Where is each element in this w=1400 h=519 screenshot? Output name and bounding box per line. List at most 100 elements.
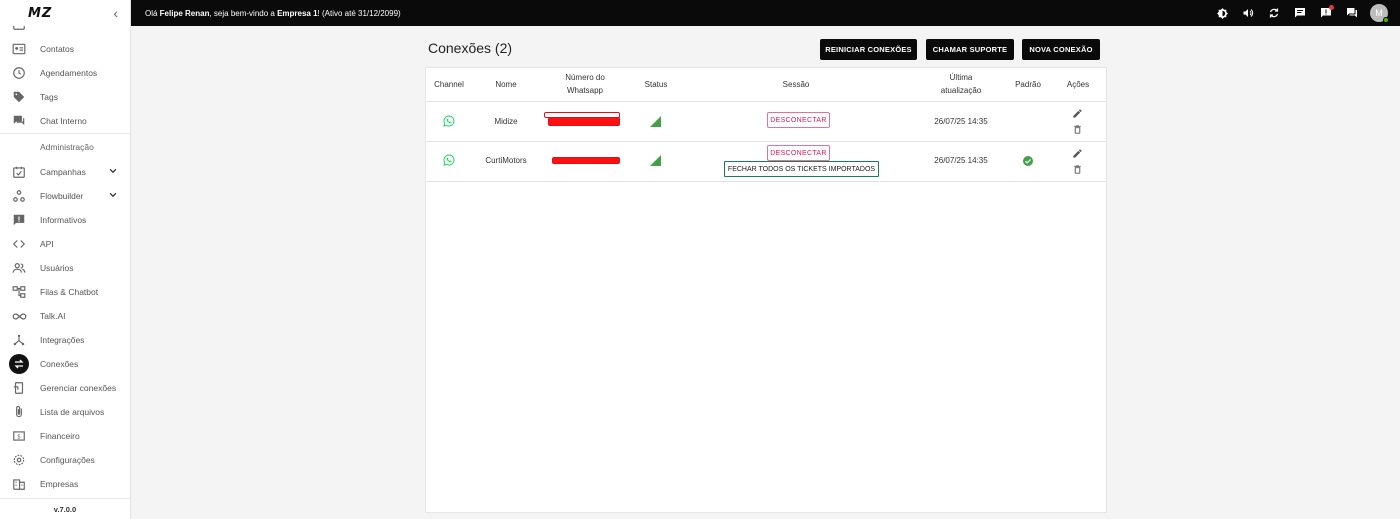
- sidebar-item-flowbuilder[interactable]: Flowbuilder: [0, 184, 130, 208]
- refresh-icon[interactable]: [1265, 4, 1283, 22]
- table-divider: [426, 141, 1106, 142]
- sidebar-item-label: Configurações: [40, 455, 95, 465]
- check-circle-icon: [1022, 155, 1034, 167]
- announcement-icon[interactable]: [1317, 4, 1335, 22]
- sidebar-item-label: Gerenciar conexões: [40, 383, 117, 393]
- chevron-down-icon: [108, 166, 118, 178]
- sidebar-item-filas-chatbot[interactable]: Filas & Chatbot: [0, 280, 130, 304]
- disconnect-button[interactable]: DESCONECTAR: [767, 112, 830, 128]
- user-name: Felipe Renan: [159, 8, 210, 18]
- notification-badge: [1329, 5, 1334, 10]
- sidebar-item-gerenciar-conexoes[interactable]: Gerenciar conexões: [0, 376, 130, 400]
- header-status: Status: [644, 80, 668, 89]
- top-bar-actions: M: [1205, 4, 1389, 23]
- page-title: Conexões (2): [428, 40, 513, 56]
- delete-icon[interactable]: [1071, 123, 1083, 135]
- theme-toggle-icon[interactable]: [1213, 4, 1231, 22]
- sidebar-item-label: Flowbuilder: [40, 191, 84, 201]
- connections-table: Channel Nome Número do Whatsapp Status S…: [425, 67, 1107, 513]
- close-imported-tickets-button[interactable]: FECHAR TODOS OS TICKETS IMPORTADOS: [724, 161, 879, 177]
- sidebar-item-configuracoes[interactable]: Configurações: [0, 448, 130, 472]
- last-update: 26/07/25 14:35: [934, 117, 988, 126]
- event-icon: [10, 163, 28, 181]
- edit-icon[interactable]: [1071, 107, 1083, 119]
- header-channel: Channel: [434, 80, 464, 89]
- svg-text:$: $: [17, 434, 21, 440]
- sidebar-item-agendamentos[interactable]: Agendamentos: [0, 61, 130, 85]
- swap-icon: [9, 354, 29, 374]
- business-icon: [10, 475, 28, 493]
- online-status-dot: [1383, 17, 1389, 23]
- sidebar-item-informativos[interactable]: Informativos: [0, 208, 130, 232]
- sidebar-item-label: Informativos: [40, 215, 87, 225]
- sidebar-item-label: Agendamentos: [40, 68, 98, 78]
- chevron-down-icon: [108, 190, 118, 202]
- sidebar-item-financeiro[interactable]: $ Financeiro: [0, 424, 130, 448]
- whatsapp-icon: [443, 115, 455, 127]
- sidebar-item-empresas[interactable]: Empresas: [0, 472, 130, 496]
- subscription-status: ! (Ativo até 31/12/2099): [317, 8, 401, 18]
- sidebar-section-admin: Administração: [40, 142, 94, 152]
- money-icon: $: [10, 427, 28, 445]
- restart-connections-button[interactable]: REINICIAR CONEXÕES: [820, 39, 917, 60]
- collapse-sidebar-icon[interactable]: ‹: [113, 5, 118, 21]
- forum-icon[interactable]: [1343, 4, 1361, 22]
- header-default: Padrão: [1015, 80, 1041, 89]
- people-icon: [10, 259, 28, 277]
- sidebar-item-label: Empresas: [40, 479, 79, 489]
- sidebar-divider: [0, 133, 130, 134]
- table-divider: [426, 181, 1106, 182]
- tree-icon: [10, 283, 28, 301]
- signal-icon: [650, 155, 661, 166]
- user-avatar[interactable]: M: [1370, 4, 1389, 23]
- dashboard-icon: [10, 26, 28, 33]
- hub-icon: [10, 331, 28, 349]
- settings-icon: [10, 451, 28, 469]
- sidebar-item-label: Filas & Chatbot: [40, 287, 99, 297]
- header-last-update: Última atualização: [940, 73, 982, 95]
- clock-icon: [10, 64, 28, 82]
- header-session: Sessão: [782, 80, 810, 89]
- sidebar-item-usuarios[interactable]: Usuários: [0, 256, 130, 280]
- sidebar-item-label: Talk.AI: [40, 311, 66, 321]
- sidebar-item-campanhas[interactable]: Campanhas: [0, 160, 130, 184]
- top-bar: Olá Felipe Renan, seja bem-vindo a Empre…: [131, 0, 1400, 26]
- sidebar-item-tags[interactable]: Tags: [0, 85, 130, 109]
- sidebar-item-integracoes[interactable]: Integrações: [0, 328, 130, 352]
- sidebar-header: MZ ‹: [0, 0, 130, 26]
- sidebar-item-label: Integrações: [40, 335, 85, 345]
- infinity-icon: [10, 307, 28, 325]
- sidebar-item-talk-ai[interactable]: Talk.AI: [0, 304, 130, 328]
- manage-icon: [10, 379, 28, 397]
- contacts-icon: [10, 40, 28, 58]
- sidebar-item-api[interactable]: API: [0, 232, 130, 256]
- sidebar-item-label: Usuários: [40, 263, 74, 273]
- sidebar-nav: Contatos Agendamentos Tags Chat Interno …: [0, 26, 130, 498]
- sidebar-item-hidden[interactable]: [0, 26, 130, 36]
- last-update: 26/07/25 14:35: [934, 156, 988, 165]
- sidebar-item-conexoes[interactable]: Conexões: [0, 352, 130, 376]
- header-number: Número do Whatsapp: [565, 73, 605, 95]
- sidebar-item-lista-arquivos[interactable]: Lista de arquivos: [0, 400, 130, 424]
- signal-icon: [650, 116, 661, 127]
- sidebar-item-label: Lista de arquivos: [40, 407, 105, 417]
- app-logo: MZ: [28, 5, 53, 21]
- disconnect-button[interactable]: DESCONECTAR: [767, 145, 830, 161]
- attach-icon: [10, 403, 28, 421]
- call-support-button[interactable]: CHAMAR SUPORTE: [926, 39, 1014, 60]
- connection-name: Midize: [494, 117, 518, 126]
- new-connection-button[interactable]: NOVA CONEXÃO: [1022, 39, 1100, 60]
- whatsapp-icon: [443, 154, 455, 166]
- sidebar-item-chat-interno[interactable]: Chat Interno: [0, 109, 130, 133]
- sidebar-item-contatos[interactable]: Contatos: [0, 37, 130, 61]
- edit-icon[interactable]: [1071, 147, 1083, 159]
- volume-icon[interactable]: [1239, 4, 1257, 22]
- code-icon: [10, 235, 28, 253]
- sidebar-item-label: Conexões: [40, 359, 79, 369]
- connection-name: CurtiMotors: [485, 156, 527, 165]
- delete-icon[interactable]: [1071, 163, 1083, 175]
- tag-icon: [10, 88, 28, 106]
- chat-icon[interactable]: [1291, 4, 1309, 22]
- announcement-icon: [10, 211, 28, 229]
- sidebar: MZ ‹ Contatos Agendamentos Tags Chat Int…: [0, 0, 131, 519]
